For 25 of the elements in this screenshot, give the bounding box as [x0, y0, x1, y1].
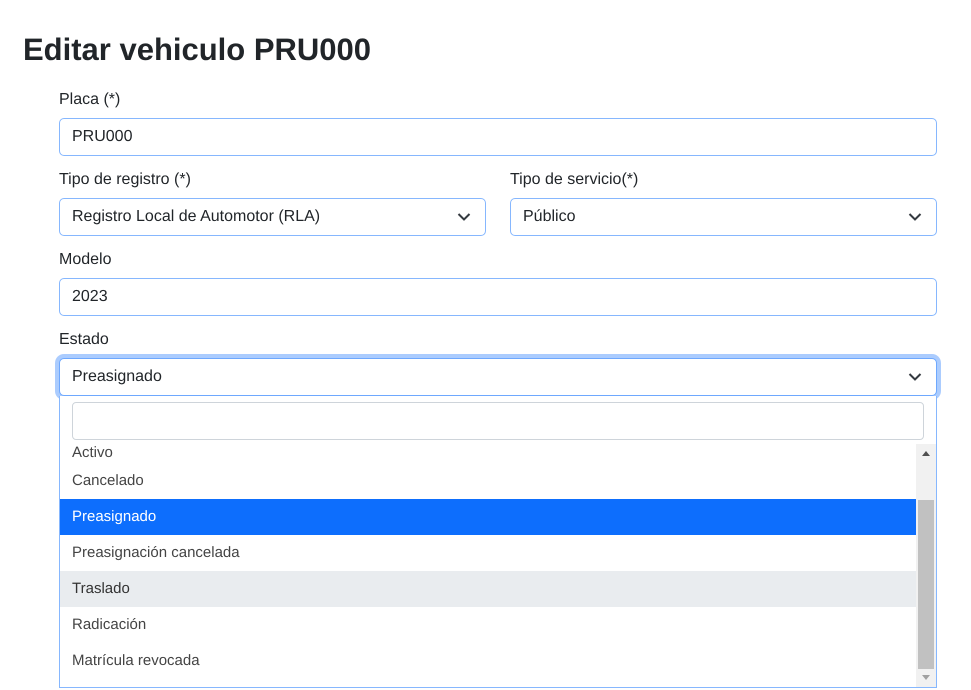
- field-label: Tipo de registro (*): [59, 170, 191, 190]
- chevron-down-icon: [908, 212, 922, 222]
- field-label: Estado: [59, 330, 109, 350]
- page-title: Editar vehiculo PRU000: [23, 31, 372, 69]
- select-field[interactable]: Registro Local de Automotor (RLA): [59, 198, 486, 236]
- chevron-down-icon: [457, 212, 471, 222]
- input-field[interactable]: PRU000: [59, 118, 937, 156]
- scroll-up-icon: [922, 450, 930, 456]
- dropdown-option[interactable]: Preasignación cancelada: [60, 535, 916, 571]
- dropdown-option[interactable]: Cancelado: [60, 463, 916, 499]
- field-label: Tipo de servicio(*): [510, 170, 638, 190]
- dropdown-option[interactable]: Preasignado: [60, 499, 916, 535]
- field-label: Modelo: [59, 250, 112, 270]
- select-field[interactable]: Público: [510, 198, 937, 236]
- input-field[interactable]: 2023: [59, 278, 937, 316]
- search-field[interactable]: [72, 402, 924, 440]
- scroll-down-icon: [922, 675, 930, 681]
- field-label: Placa (*): [59, 90, 120, 110]
- dropdown-option[interactable]: Matrícula revocada: [60, 643, 916, 679]
- scrollbar[interactable]: [916, 444, 936, 687]
- dropdown-option[interactable]: Radicación: [60, 607, 916, 643]
- dropdown-option[interactable]: Traslado: [60, 571, 916, 607]
- chevron-down-icon: [908, 372, 922, 382]
- select-field[interactable]: Preasignado: [59, 358, 937, 396]
- dropdown-option[interactable]: Activo: [60, 444, 916, 463]
